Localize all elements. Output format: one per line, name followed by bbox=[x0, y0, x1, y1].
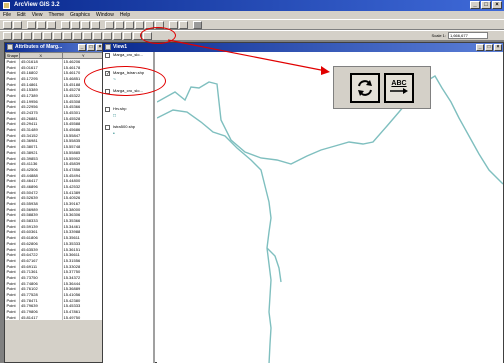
annotation-arrowhead bbox=[321, 66, 330, 75]
annotation-arrow-layer bbox=[167, 39, 330, 75]
annotation-arrow bbox=[167, 39, 327, 72]
